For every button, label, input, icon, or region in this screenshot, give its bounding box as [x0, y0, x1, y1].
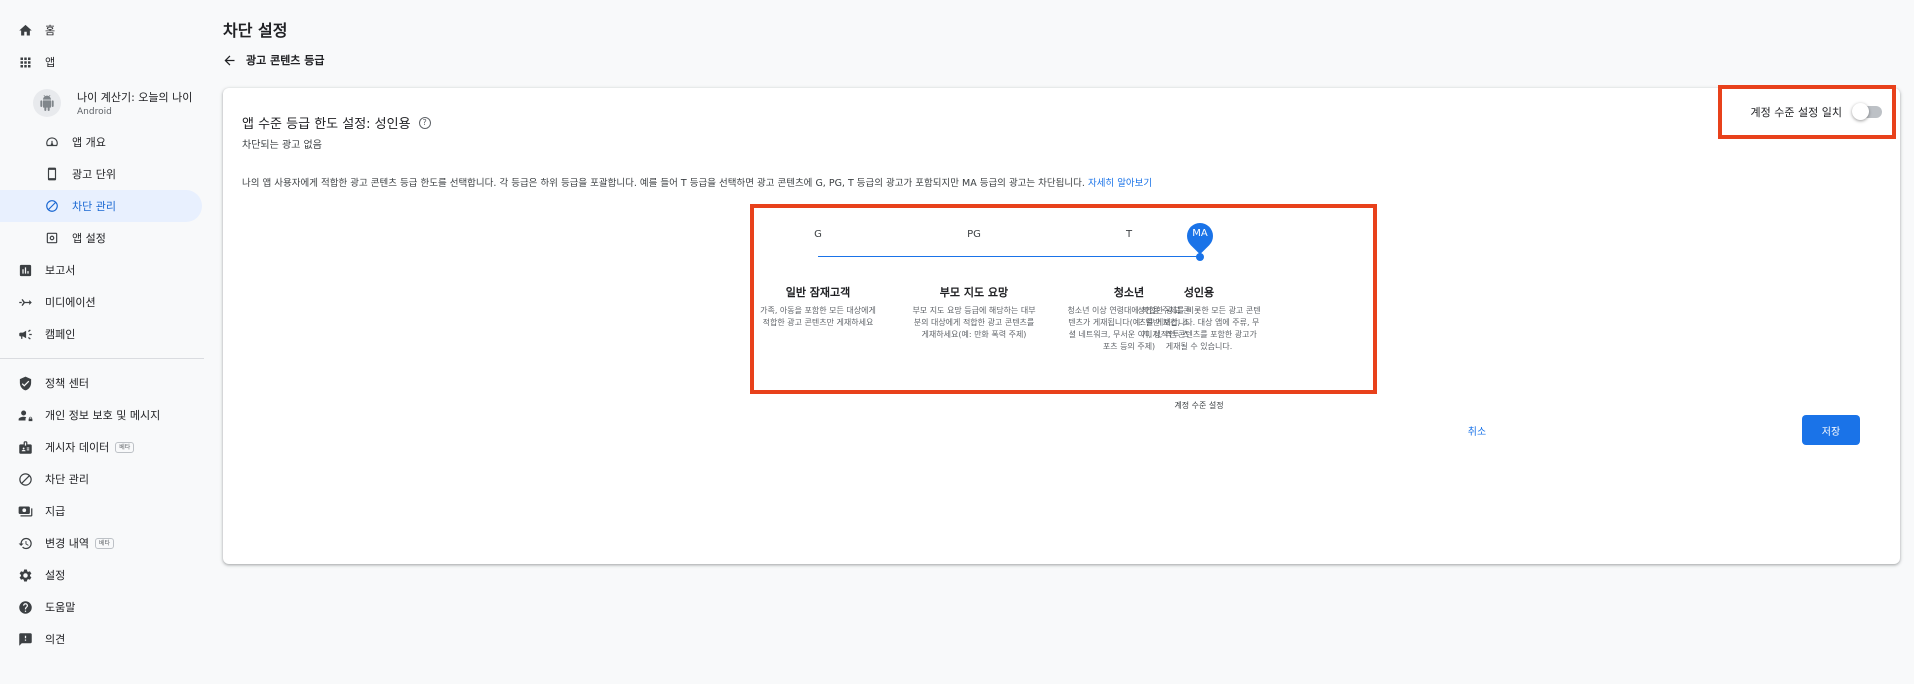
level-label-ma[interactable]: MA — [1185, 228, 1215, 239]
gear-icon — [17, 567, 33, 583]
app-name: 나이 계산기: 오늘의 나이 — [77, 91, 193, 104]
block-icon — [17, 471, 33, 487]
shield-check-icon — [17, 375, 33, 391]
phone-icon — [44, 166, 60, 182]
sidebar-divider — [0, 358, 204, 359]
sidebar-item-blocking-controls-2[interactable]: 차단 관리 — [0, 463, 206, 495]
account-level-note: 계정 수준 설정 — [1174, 401, 1224, 410]
sidebar-item-publisher-data[interactable]: 게시자 데이터 베타 — [0, 431, 206, 463]
settings-box-icon — [44, 230, 60, 246]
sidebar-item-settings[interactable]: 설정 — [0, 559, 206, 591]
level-ma-column: 성인용 성인용 주제를 비롯한 모든 광고 콘텐츠를 게재합니다. 대상 앱에 … — [1137, 284, 1261, 353]
level-description: 부모 지도 요망 등급에 해당하는 대부분의 대상에게 적합한 광고 콘텐츠를 … — [912, 306, 1036, 339]
level-title: 일반 잠재고객 — [785, 286, 851, 299]
card-title: 앱 수준 등급 한도 설정: 성인용 ? — [242, 113, 431, 132]
sidebar-item-home[interactable]: 홈 — [0, 14, 206, 46]
bar-chart-icon — [17, 262, 33, 278]
payments-icon — [17, 503, 33, 519]
sidebar-item-app-settings[interactable]: 앱 설정 — [0, 222, 206, 254]
beta-badge: 베타 — [115, 441, 135, 453]
sidebar-item-ad-units[interactable]: 광고 단위 — [0, 158, 206, 190]
help-circle-icon — [17, 599, 33, 615]
sidebar-item-help[interactable]: 도움말 — [0, 591, 206, 623]
sidebar-item-campaigns[interactable]: 캠페인 — [0, 318, 206, 350]
sidebar-item-mediation[interactable]: 미디에이션 — [0, 286, 206, 318]
sidebar-item-privacy-messaging[interactable]: 개인 정보 보호 및 메시지 — [0, 399, 206, 431]
app-platform: Android — [77, 107, 112, 117]
history-icon — [17, 535, 33, 551]
content-rating-card: 앱 수준 등급 한도 설정: 성인용 ? 차단되는 광고 없음 나의 앱 사용자… — [223, 85, 1900, 564]
sidebar-item-apps[interactable]: 앱 — [0, 46, 206, 78]
android-icon — [33, 89, 61, 117]
rating-slider-track[interactable] — [818, 256, 1201, 257]
sidebar-item-app-overview[interactable]: 앱 개요 — [0, 126, 206, 158]
cancel-button[interactable]: 취소 — [1457, 415, 1497, 445]
level-pg-column: 부모 지도 요망 부모 지도 요망 등급에 해당하는 대부분의 대상에게 적합한… — [912, 284, 1036, 341]
level-title: 성인용 — [1183, 286, 1215, 299]
level-label-pg[interactable]: PG — [954, 229, 994, 240]
mediation-icon — [17, 294, 33, 310]
level-description: 가족, 아동을 포함한 모든 대상에게 적합한 광고 콘텐츠만 게재하세요 — [760, 306, 876, 327]
sidebar: 홈 앱 나이 계산기: 오늘의 나이 Android 앱 개요 광고 단위 차단… — [0, 0, 206, 684]
arrow-back-icon — [224, 55, 235, 65]
account-level-toggle-highlight: 계정 수준 설정 일치 — [1718, 85, 1896, 139]
level-label-t[interactable]: T — [1109, 229, 1149, 240]
apps-grid-icon — [17, 54, 33, 70]
card-subtitle: 차단되는 광고 없음 — [242, 140, 322, 151]
person-lock-icon — [17, 407, 33, 423]
sidebar-item-blocking-controls[interactable]: 차단 관리 — [0, 190, 202, 222]
section-title: 광고 콘텐츠 등급 — [246, 54, 325, 67]
sidebar-item-policy-center[interactable]: 정책 센터 — [0, 367, 206, 399]
sidebar-item-change-history[interactable]: 변경 내역 베타 — [0, 527, 206, 559]
block-icon — [44, 198, 60, 214]
learn-more-link[interactable]: 자세히 알아보기 — [1088, 178, 1152, 189]
sidebar-item-feedback[interactable]: 의견 — [0, 623, 206, 655]
sidebar-item-reports[interactable]: 보고서 — [0, 254, 206, 286]
rating-selector-highlight: G PG T MA 일반 잠재고객 가족, 아동을 포함한 모든 대상에게 적합… — [750, 204, 1377, 410]
back-button[interactable]: 광고 콘텐츠 등급 — [222, 52, 325, 68]
page-title: 차단 설정 — [223, 21, 288, 40]
save-button[interactable]: 저장 — [1802, 415, 1860, 445]
feedback-icon — [17, 631, 33, 647]
sidebar-item-payments[interactable]: 지급 — [0, 495, 206, 527]
card-description: 나의 앱 사용자에게 적합한 광고 콘텐츠 등급 한도를 선택합니다. 각 등급… — [242, 178, 1153, 189]
level-title: 부모 지도 요망 — [939, 286, 1009, 299]
megaphone-icon — [17, 326, 33, 342]
speedometer-icon — [44, 134, 60, 150]
account-level-toggle[interactable] — [1852, 103, 1882, 120]
level-label-g[interactable]: G — [798, 229, 838, 240]
id-badge-icon — [17, 439, 33, 455]
level-description: 성인용 주제를 비롯한 모든 광고 콘텐츠를 게재합니다. 대상 앱에 주류, … — [1137, 306, 1261, 351]
help-icon[interactable]: ? — [418, 116, 431, 129]
level-g-column: 일반 잠재고객 가족, 아동을 포함한 모든 대상에게 적합한 광고 콘텐츠만 … — [756, 284, 880, 329]
beta-badge: 베타 — [94, 537, 115, 549]
home-icon — [17, 22, 33, 38]
app-selector[interactable]: 나이 계산기: 오늘의 나이 Android — [0, 80, 206, 126]
toggle-label: 계정 수준 설정 일치 — [1750, 106, 1842, 119]
